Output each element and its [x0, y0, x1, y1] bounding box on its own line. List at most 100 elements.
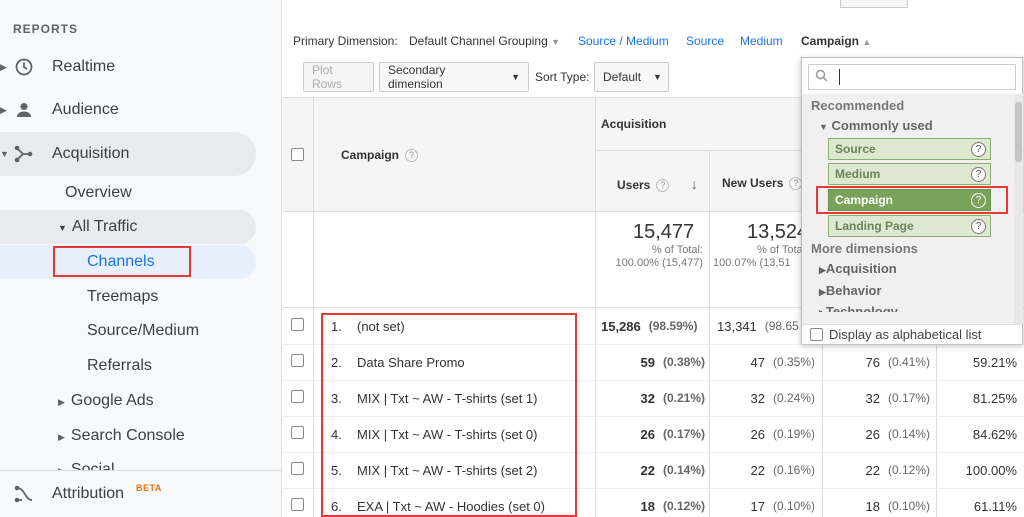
secondary-dimension-label: Secondary dimension — [388, 63, 446, 91]
sidebar-item-label: Google Ads — [70, 392, 154, 409]
sidebar-item-referrals[interactable]: Referrals — [87, 357, 152, 375]
new-users-column-header[interactable]: New Users? — [722, 176, 803, 191]
users-column-header[interactable]: Users? ↓ — [617, 176, 698, 193]
sort-type-dropdown[interactable]: Default ▼ — [594, 62, 669, 92]
sidebar-item-label: Audience — [52, 101, 119, 118]
row-new-users: 32 (0.24%) — [750, 390, 816, 406]
sidebar-item-source-medium[interactable]: Source/Medium — [87, 322, 199, 340]
help-icon[interactable]: ? — [971, 167, 986, 182]
help-icon[interactable]: ? — [405, 149, 419, 163]
total-users-pct-value: 100.00% (15,477) — [615, 257, 703, 269]
caret-right-icon: ▶ — [819, 287, 826, 297]
row-users: 59 (0.38%) — [640, 354, 706, 370]
clock-icon — [14, 57, 34, 77]
sidebar-item-social[interactable]: ▶Social — [58, 461, 115, 470]
sort-type-value: Default — [603, 70, 642, 84]
dimension-link-medium[interactable]: Medium — [740, 34, 783, 48]
dropdown-arrow-icon: ▼ — [551, 37, 561, 47]
ga-report: REPORTS ▶ Realtime ▶ Audience ▼ Acquisit… — [0, 0, 1024, 517]
row-checkbox[interactable] — [291, 318, 304, 331]
campaign-option-highlight-box — [816, 186, 1008, 214]
search-icon — [815, 69, 828, 85]
row-rate: 61.11% — [973, 498, 1017, 514]
select-all-checkbox[interactable] — [291, 148, 304, 161]
caret-right-icon: ▶ — [0, 104, 7, 115]
total-new-users: 13,524 — [747, 221, 809, 243]
row-checkbox[interactable] — [291, 498, 304, 511]
sidebar-item-label: Search Console — [70, 427, 185, 444]
sidebar-item-label: Acquisition — [52, 145, 130, 162]
dimension-option-landing-page[interactable]: Landing Page? — [828, 215, 991, 237]
sidebar-item-search-console[interactable]: ▶ Search Console — [58, 427, 185, 445]
dimension-link-source-medium[interactable]: Source / Medium — [578, 34, 669, 48]
group-acquisition[interactable]: ▶Acquisition — [819, 261, 897, 276]
row-users: 26 (0.17%) — [640, 426, 706, 442]
sidebar-item-label: All Traffic — [71, 218, 138, 235]
primary-dimension-value: Default Channel Grouping — [409, 34, 548, 48]
row-new-users: 17 (0.10%) — [750, 498, 816, 514]
dropdown-scrollbar[interactable] — [1014, 94, 1023, 324]
group-technology[interactable]: ▶Technology — [819, 304, 898, 312]
row-sessions: 32 (0.17%) — [865, 390, 931, 406]
scrollbar-thumb[interactable] — [1015, 102, 1022, 162]
sidebar-item-label: Realtime — [52, 58, 116, 75]
group-behavior[interactable]: ▶Behavior — [819, 283, 882, 298]
row-checkbox[interactable] — [291, 462, 304, 475]
dimension-search-input[interactable] — [808, 64, 1016, 90]
more-dimensions-section: More dimensions — [811, 241, 918, 256]
row-users: 32 (0.21%) — [640, 390, 706, 406]
row-checkbox[interactable] — [291, 354, 304, 367]
row-checkbox[interactable] — [291, 390, 304, 403]
sidebar: REPORTS ▶ Realtime ▶ Audience ▼ Acquisit… — [0, 0, 282, 517]
beta-badge: BETA — [136, 483, 162, 493]
row-rate: 84.62% — [972, 426, 1017, 442]
dimension-link-source[interactable]: Source — [686, 34, 724, 48]
caret-right-icon: ▶ — [58, 432, 65, 442]
total-users-pct: % of Total: 100.00% (15,477) — [599, 244, 703, 270]
collapse-tab[interactable] — [840, 0, 908, 8]
sidebar-item-treemaps[interactable]: Treemaps — [87, 288, 158, 306]
dimension-campaign-active[interactable]: Campaign ▲ — [801, 34, 871, 48]
help-icon[interactable]: ? — [656, 179, 670, 193]
sidebar-item-label: Attribution — [52, 485, 125, 502]
reports-label: REPORTS — [13, 22, 79, 36]
plot-rows-button[interactable]: Plot Rows — [303, 62, 374, 92]
help-icon[interactable]: ? — [971, 219, 986, 234]
alphabetical-checkbox[interactable] — [810, 328, 823, 341]
sort-down-arrow-icon: ↓ — [690, 176, 698, 192]
person-icon — [14, 100, 34, 120]
row-new-users: 47 (0.35%) — [750, 354, 816, 370]
alphabetical-toggle[interactable]: Display as alphabetical list — [802, 324, 1022, 344]
dimension-picker-dropdown: Recommended ▼ Commonly used Source? Medi… — [801, 57, 1023, 344]
total-users: 15,477 — [633, 221, 695, 243]
attribution-icon — [14, 484, 34, 504]
row-checkbox[interactable] — [291, 426, 304, 439]
dimension-campaign-label: Campaign — [801, 34, 860, 48]
dimension-option-medium[interactable]: Medium? — [828, 163, 991, 185]
campaign-column-header[interactable]: Campaign? — [341, 148, 419, 163]
primary-dimension-label: Primary Dimension: — [293, 34, 398, 48]
recommended-section: Recommended — [811, 98, 905, 113]
sort-type-label: Sort Type: — [535, 70, 590, 84]
help-icon[interactable]: ? — [971, 142, 986, 157]
sidebar-item-all-traffic[interactable]: ▼ All Traffic — [58, 218, 137, 236]
divider — [0, 470, 282, 471]
row-users: 18 (0.12%) — [640, 498, 706, 514]
new-users-header-label: New Users — [722, 176, 784, 190]
sidebar-item-overview[interactable]: Overview — [65, 184, 132, 202]
row-sessions: 76 (0.41%) — [865, 354, 931, 370]
row-new-users: 22 (0.16%) — [750, 462, 816, 478]
row-users: 15,286 (98.59%) — [601, 318, 698, 334]
acquisition-header: Acquisition — [601, 117, 667, 131]
dropdown-arrow-icon: ▼ — [511, 72, 520, 82]
row-sessions: 22 (0.12%) — [865, 462, 931, 478]
row-rate: 59.21% — [972, 354, 1017, 370]
row-rate: 100.00% — [965, 462, 1017, 478]
sidebar-item-google-ads[interactable]: ▶ Google Ads — [58, 392, 154, 410]
caret-right-icon: ▶ — [0, 61, 7, 72]
caret-right-icon: ▶ — [58, 397, 65, 407]
secondary-dimension-dropdown[interactable]: Secondary dimension ▼ — [379, 62, 529, 92]
primary-dimension-current[interactable]: Default Channel Grouping ▼ — [409, 34, 560, 48]
commonly-used-group[interactable]: ▼ Commonly used — [819, 118, 933, 133]
dimension-option-source[interactable]: Source? — [828, 138, 991, 160]
